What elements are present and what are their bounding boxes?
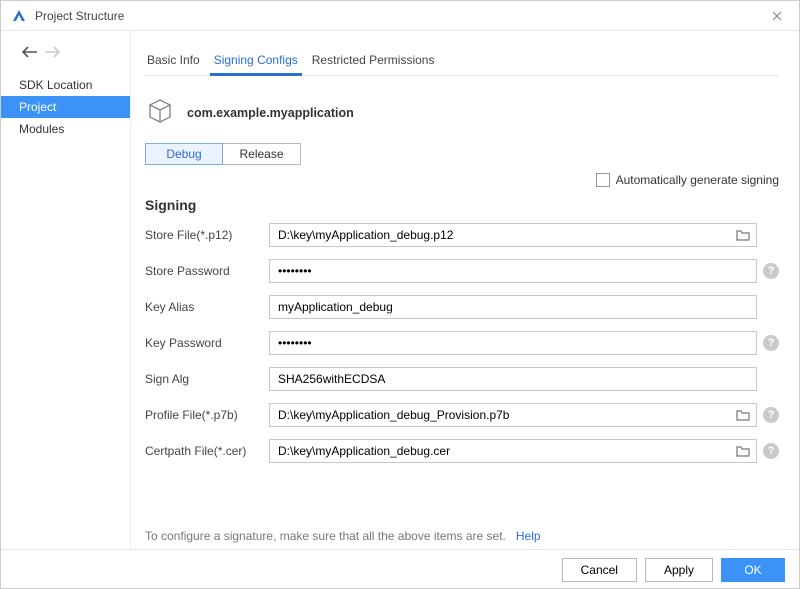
certpath-file-input[interactable] [270,440,730,462]
footer: Cancel Apply OK [1,549,799,589]
subtabs: Debug Release [145,143,779,165]
cube-icon [145,96,175,129]
profile-file-help-icon[interactable]: ? [763,407,779,423]
key-password-input[interactable] [269,331,757,355]
app-logo-icon [11,8,27,24]
window-title: Project Structure [35,9,124,23]
store-password-help-icon[interactable]: ? [763,263,779,279]
profile-file-label: Profile File(*.p7b) [145,408,263,422]
main-panel: Basic Info Signing Configs Restricted Pe… [131,31,799,549]
subtab-release[interactable]: Release [223,143,301,165]
sidebar-item-project[interactable]: Project [1,96,130,118]
titlebar: Project Structure [1,1,799,31]
sign-alg-label: Sign Alg [145,372,263,386]
section-title: Signing [145,191,779,223]
store-file-browse-icon[interactable] [730,224,756,246]
tab-signing-configs[interactable]: Signing Configs [212,49,300,75]
certpath-file-label: Certpath File(*.cer) [145,444,263,458]
spacer [763,371,779,387]
tab-restricted-permissions[interactable]: Restricted Permissions [310,49,437,75]
store-file-input[interactable] [270,224,730,246]
key-alias-input[interactable] [269,295,757,319]
certpath-file-help-icon[interactable]: ? [763,443,779,459]
sidebar-item-sdk-location[interactable]: SDK Location [1,74,130,96]
key-password-label: Key Password [145,336,263,350]
close-icon[interactable] [765,4,789,28]
cancel-button[interactable]: Cancel [562,558,637,582]
profile-file-input-group [269,403,757,427]
store-password-input[interactable] [269,259,757,283]
help-link[interactable]: Help [516,529,541,543]
store-file-label: Store File(*.p12) [145,228,263,242]
app-name: com.example.myapplication [187,106,354,120]
spacer [763,227,779,243]
certpath-file-browse-icon[interactable] [730,440,756,462]
key-password-help-icon[interactable]: ? [763,335,779,351]
apply-button[interactable]: Apply [645,558,713,582]
spacer [763,299,779,315]
sidebar-item-modules[interactable]: Modules [1,118,130,140]
ok-button[interactable]: OK [721,558,785,582]
store-password-label: Store Password [145,264,263,278]
hint-row: To configure a signature, make sure that… [145,515,779,549]
sidebar: SDK Location Project Modules [1,31,131,549]
nav-back-icon[interactable] [21,45,39,64]
app-header: com.example.myapplication [145,76,779,143]
subtab-debug[interactable]: Debug [145,143,223,165]
auto-signing-label: Automatically generate signing [616,173,779,187]
profile-file-input[interactable] [270,404,730,426]
auto-signing-checkbox[interactable] [596,173,610,187]
certpath-file-input-group [269,439,757,463]
tab-basic-info[interactable]: Basic Info [145,49,202,75]
profile-file-browse-icon[interactable] [730,404,756,426]
key-alias-label: Key Alias [145,300,263,314]
store-file-input-group [269,223,757,247]
hint-text: To configure a signature, make sure that… [145,529,506,543]
sign-alg-input[interactable] [269,367,757,391]
tabs: Basic Info Signing Configs Restricted Pe… [145,31,779,76]
nav-forward-icon [43,45,61,64]
